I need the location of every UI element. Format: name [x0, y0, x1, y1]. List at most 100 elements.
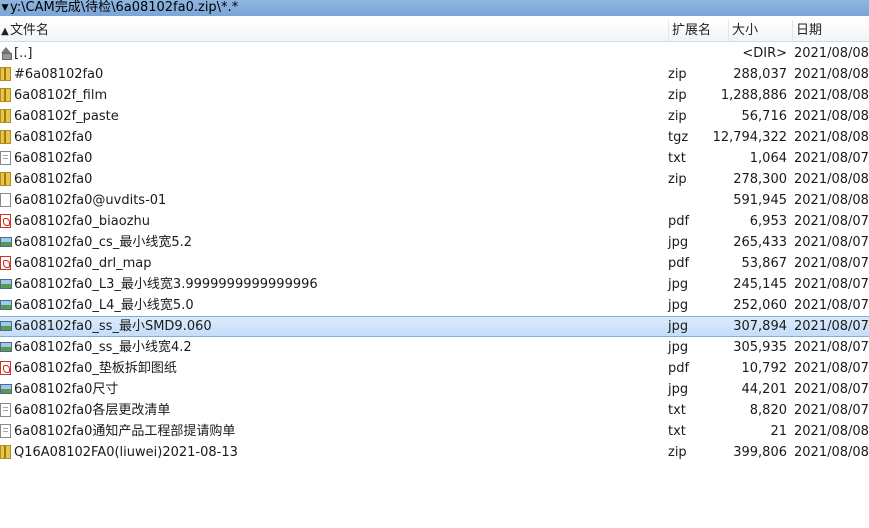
file-name: Q16A08102FA0(liuwei)2021-08-13: [14, 445, 238, 460]
file-name: 6a08102fa0通知产品工程部提请购单: [14, 424, 236, 439]
text-file-icon: [0, 151, 11, 165]
file-size: 6,953: [749, 214, 787, 229]
file-size: 278,300: [733, 172, 787, 187]
file-extension: zip: [668, 109, 687, 124]
file-row[interactable]: 6a08102fa0_L4_最小线宽5.0 jpg 252,060 2021/08/0…: [0, 295, 869, 316]
file-row[interactable]: 6a08102fa0 zip 278,300 2021/08/08: [0, 169, 869, 190]
dropdown-arrow-icon[interactable]: ▼: [0, 0, 10, 16]
sort-ascending-icon: ▲: [1, 26, 9, 37]
file-row[interactable]: Q16A08102FA0(liuwei)2021-08-13 zip 399,806…: [0, 442, 869, 463]
file-date: 2021/08/07: [794, 382, 869, 397]
file-row[interactable]: 6a08102fa0_垫板拆卸图纸 pdf 10,792 2021/08/07: [0, 358, 869, 379]
image-file-icon: [0, 300, 12, 310]
file-row[interactable]: 6a08102fa0_drl_map pdf 53,867 2021/08/07: [0, 253, 869, 274]
file-name: 6a08102fa0: [14, 172, 93, 187]
image-file-icon: [0, 384, 12, 394]
file-row[interactable]: 6a08102fa0各层更改清单 txt 8,820 2021/08/07: [0, 400, 869, 421]
file-extension: txt: [668, 424, 686, 439]
file-date: 2021/08/07: [794, 277, 869, 292]
file-date: 2021/08/08: [794, 172, 869, 187]
column-header-size[interactable]: 大小: [728, 20, 792, 41]
file-date: 2021/08/07: [794, 256, 869, 271]
file-icon-cell: [0, 232, 14, 253]
file-name: 6a08102f_film: [14, 88, 108, 103]
file-extension: jpg: [668, 319, 689, 334]
file-size: 307,894: [733, 319, 787, 334]
file-icon-cell: [0, 337, 14, 358]
image-file-icon: [0, 321, 12, 331]
text-file-icon: [0, 424, 11, 438]
file-row[interactable]: 6a08102fa0@uvdits-01 591,945 2021/08/08: [0, 190, 869, 211]
file-icon-cell: [0, 148, 14, 169]
file-row[interactable]: #6a08102fa0 zip 288,037 2021/08/08: [0, 64, 869, 85]
file-date: 2021/08/08: [794, 46, 869, 61]
file-extension: tgz: [668, 130, 689, 145]
file-date: 2021/08/07: [794, 361, 869, 376]
file-row[interactable]: 6a08102fa0 txt 1,064 2021/08/07: [0, 148, 869, 169]
file-name: 6a08102fa0_biaozhu: [14, 214, 150, 229]
pdf-file-icon: [0, 256, 11, 270]
file-row[interactable]: 6a08102fa0_cs_最小线宽5.2 jpg 265,433 2021/08/0…: [0, 232, 869, 253]
file-row[interactable]: 6a08102f_film zip 1,288,886 2021/08/08: [0, 85, 869, 106]
file-row[interactable]: 6a08102fa0_biaozhu pdf 6,953 2021/08/07: [0, 211, 869, 232]
file-name: #6a08102fa0: [14, 67, 104, 82]
column-header-ext[interactable]: 扩展名: [668, 20, 728, 41]
file-row[interactable]: 6a08102f_paste zip 56,716 2021/08/08: [0, 106, 869, 127]
path-bar[interactable]: ▼ y:\CAM完成\待检\6a08102fa0.zip\*.*: [0, 0, 869, 16]
file-icon-cell: [0, 274, 14, 295]
zip-archive-icon: [0, 67, 11, 81]
file-icon-cell: [0, 106, 14, 127]
file-size: 591,945: [733, 193, 787, 208]
zip-archive-icon: [0, 445, 11, 459]
file-extension: pdf: [668, 361, 690, 376]
file-date: 2021/08/07: [794, 403, 869, 418]
file-icon-cell: [0, 421, 14, 442]
file-icon-cell: [0, 317, 14, 336]
file-extension: txt: [668, 151, 686, 166]
file-date: 2021/08/07: [794, 319, 869, 334]
file-row[interactable]: 6a08102fa0 tgz 12,794,322 2021/08/08: [0, 127, 869, 148]
file-icon-cell: [0, 211, 14, 232]
column-header-name[interactable]: ▲文件名: [0, 20, 668, 41]
parent-dir-icon: [0, 47, 12, 60]
file-name: 6a08102fa0_L3_最小线宽3.9999999999999996: [14, 277, 318, 292]
file-date: 2021/08/07: [794, 298, 869, 313]
file-list: [..] <DIR> 2021/08/08 #6a08102fa0 zip 288,037…: [0, 43, 869, 463]
file-size: <DIR>: [742, 46, 787, 61]
file-name: 6a08102fa0_ss_最小SMD9.060: [14, 319, 212, 334]
file-extension: zip: [668, 172, 687, 187]
file-row[interactable]: 6a08102fa0通知产品工程部提请购单 txt 21 2021/08/08: [0, 421, 869, 442]
file-date: 2021/08/08: [794, 445, 869, 460]
file-extension: pdf: [668, 214, 690, 229]
file-icon-cell: [0, 295, 14, 316]
file-row[interactable]: 6a08102fa0_ss_最小SMD9.060 jpg 307,894 2021/0…: [0, 316, 869, 337]
file-name: 6a08102fa0_cs_最小线宽5.2: [14, 235, 193, 250]
file-extension: zip: [668, 88, 687, 103]
file-name: 6a08102fa0_drl_map: [14, 256, 152, 271]
file-size: 1,064: [749, 151, 787, 166]
file-extension: jpg: [668, 235, 689, 250]
file-icon-cell: [0, 85, 14, 106]
zip-archive-icon: [0, 130, 11, 144]
file-extension: jpg: [668, 340, 689, 355]
file-row[interactable]: 6a08102fa0_ss_最小线宽4.2 jpg 305,935 2021/08/0…: [0, 337, 869, 358]
file-extension: pdf: [668, 256, 690, 271]
file-icon-cell: [0, 442, 14, 463]
pdf-file-icon: [0, 361, 11, 375]
file-icon-cell: [0, 43, 14, 64]
file-size: 44,201: [741, 382, 788, 397]
file-row[interactable]: 6a08102fa0尺寸 jpg 44,201 2021/08/07: [0, 379, 869, 400]
file-icon-cell: [0, 379, 14, 400]
file-date: 2021/08/08: [794, 67, 869, 82]
file-date: 2021/08/07: [794, 214, 869, 229]
file-size: 245,145: [733, 277, 787, 292]
file-row[interactable]: [..] <DIR> 2021/08/08: [0, 43, 869, 64]
file-size: 305,935: [733, 340, 787, 355]
file-date: 2021/08/07: [794, 340, 869, 355]
file-size: 288,037: [733, 67, 787, 82]
column-header-date[interactable]: 日期: [792, 20, 869, 41]
image-file-icon: [0, 279, 12, 289]
file-size: 53,867: [741, 256, 788, 271]
file-row[interactable]: 6a08102fa0_L3_最小线宽3.9999999999999996 jpg 2…: [0, 274, 869, 295]
text-file-icon: [0, 403, 11, 417]
